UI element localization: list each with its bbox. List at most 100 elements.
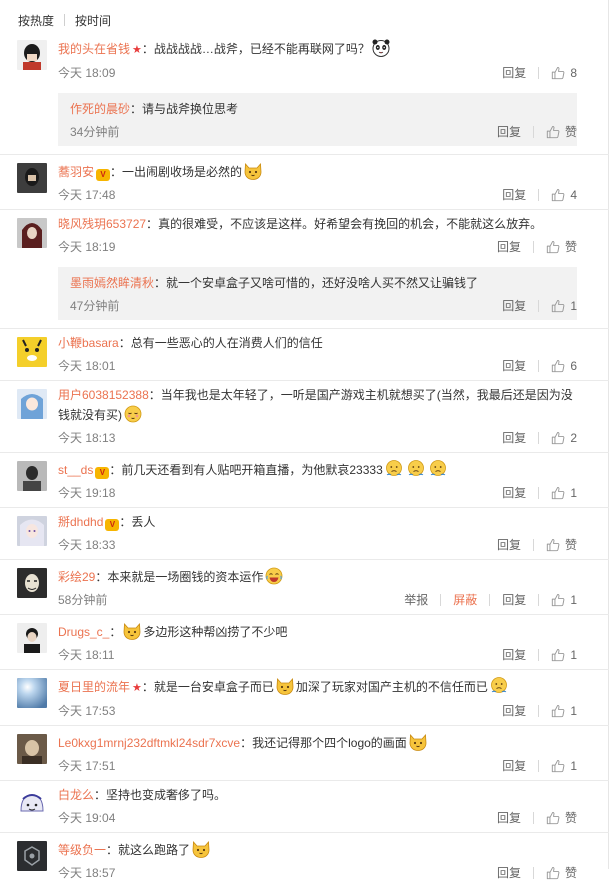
comment-text: 前几天还看到有人贴吧开箱直播，为他默哀23333 — [121, 463, 383, 477]
like-button[interactable]: 2 — [551, 424, 577, 452]
like-button[interactable]: 1 — [551, 586, 577, 614]
comment-text: 真的很难受，不应该是这样。好希望会有挽回的机会，不能就这么放弃。 — [158, 217, 543, 231]
like-button[interactable]: 赞 — [546, 804, 577, 832]
like-button[interactable]: 赞 — [546, 233, 577, 261]
reply-button[interactable]: 回复 — [502, 697, 526, 725]
shy-emoji-icon — [123, 404, 143, 424]
reply-button[interactable]: 回复 — [502, 424, 526, 452]
like-count: 1 — [570, 593, 577, 607]
reply-username[interactable]: 墨雨嫣然眸清秋 — [70, 276, 154, 290]
reply-button[interactable]: 回复 — [502, 641, 526, 669]
reply-button[interactable]: 回复 — [502, 292, 526, 320]
thumb-up-icon — [551, 66, 565, 80]
comment-actions: 举报 屏蔽 回复 1 — [392, 586, 577, 614]
colon: ： — [118, 336, 131, 350]
like-button[interactable]: 6 — [551, 352, 577, 380]
username[interactable]: 彩绘29 — [58, 570, 95, 584]
username[interactable]: 蕎羽安 — [58, 165, 94, 179]
username[interactable]: 夏日里的流年 — [58, 680, 130, 694]
username[interactable]: 用户6038152388 — [58, 388, 149, 402]
avatar[interactable] — [17, 516, 47, 546]
thumb-up-icon — [551, 704, 565, 718]
reply-button[interactable]: 回复 — [502, 59, 526, 87]
thumb-up-icon — [551, 359, 565, 373]
like-button[interactable]: 1 — [551, 479, 577, 507]
username[interactable]: 晓风残玥653727 — [58, 217, 146, 231]
reply-actions: 回复 赞 — [485, 118, 577, 146]
like-button[interactable]: 赞 — [546, 118, 577, 146]
reply-button[interactable]: 回复 — [502, 181, 526, 209]
username[interactable]: st__ds — [58, 463, 93, 477]
colon: ： — [106, 843, 119, 857]
block-button[interactable]: 屏蔽 — [453, 586, 477, 614]
avatar[interactable] — [17, 678, 47, 708]
reply-button[interactable]: 回复 — [497, 531, 521, 559]
avatar[interactable] — [17, 568, 47, 598]
comment-item: Drugs_c_： 多边形这种帮凶捞了不少吧 今天 18:11 回复 1 — [0, 615, 609, 670]
like-button[interactable]: 赞 — [546, 531, 577, 559]
username[interactable]: 小鞭basara — [58, 336, 119, 350]
timestamp: 今天 19:04 — [58, 811, 116, 825]
username[interactable]: 掰dhdhd — [58, 515, 103, 529]
comment-line: 我的头在省钱 ★：战战战战…战斧，已经不能再联网了吗？ — [58, 32, 577, 59]
sort-by-heat[interactable]: 按热度 — [18, 12, 54, 29]
reply-button[interactable]: 回复 — [502, 479, 526, 507]
username[interactable]: 等级负一 — [58, 843, 106, 857]
avatar[interactable] — [17, 734, 47, 764]
reply-button[interactable]: 回复 — [497, 859, 521, 887]
reply-button[interactable]: 回复 — [502, 352, 526, 380]
sad-emoji-icon — [406, 459, 426, 479]
panda-emoji-icon — [371, 38, 391, 58]
comment-text: 丢人 — [131, 515, 156, 529]
vip-badge-icon: V — [105, 519, 120, 531]
avatar[interactable] — [17, 337, 47, 367]
reply-button[interactable]: 回复 — [502, 752, 526, 780]
comment-line: 白龙么：坚持也变成奢侈了吗。 — [58, 781, 577, 804]
username[interactable]: Le0kxg1mrnj232dftmkl24sdr7xcve — [58, 736, 240, 750]
report-button[interactable]: 举报 — [404, 586, 428, 614]
avatar[interactable] — [17, 218, 47, 248]
reply-username[interactable]: 作死的晨砂 — [70, 102, 130, 116]
reply-actions: 回复 1 — [490, 292, 577, 320]
avatar[interactable] — [17, 789, 47, 819]
comment-actions: 回复 1 — [490, 641, 577, 669]
like-button[interactable]: 1 — [551, 641, 577, 669]
sort-divider — [64, 14, 66, 26]
like-button[interactable]: 1 — [551, 752, 577, 780]
colon: ： — [109, 625, 122, 639]
sort-bar: 按热度 按时间 — [18, 12, 111, 28]
avatar[interactable] — [17, 623, 47, 653]
reply-button[interactable]: 回复 — [497, 804, 521, 832]
timestamp: 今天 18:19 — [58, 240, 116, 254]
like-button[interactable]: 4 — [551, 181, 577, 209]
colon: ： — [94, 788, 107, 802]
sort-by-time[interactable]: 按时间 — [75, 12, 111, 29]
username[interactable]: Drugs_c_ — [58, 625, 109, 639]
timestamp: 今天 18:13 — [58, 431, 116, 445]
timestamp: 今天 17:51 — [58, 759, 116, 773]
avatar[interactable] — [17, 461, 47, 491]
username[interactable]: 白龙么 — [58, 788, 94, 802]
like-button[interactable]: 1 — [551, 292, 577, 320]
cat-emoji-icon — [275, 676, 295, 696]
comment-actions: 回复 1 — [490, 752, 577, 780]
avatar[interactable] — [17, 841, 47, 871]
username[interactable]: 我的头在省钱 — [58, 42, 130, 56]
action-divider — [532, 126, 534, 138]
comment-meta: 今天 18:11 回复 1 — [58, 641, 577, 669]
comment-item: 小鞭basara：总有一些恶心的人在消费人们的信任 今天 18:01 回复 6 — [0, 329, 609, 381]
thumb-up-icon — [546, 811, 560, 825]
like-button[interactable]: 赞 — [546, 859, 577, 887]
reply-button[interactable]: 回复 — [502, 586, 526, 614]
avatar[interactable] — [17, 163, 47, 193]
reply-button[interactable]: 回复 — [497, 233, 521, 261]
comment-meta: 今天 17:53 回复 1 — [58, 697, 577, 725]
comment-meta: 今天 18:33 回复 赞 — [58, 531, 577, 559]
like-count: 2 — [570, 431, 577, 445]
like-button[interactable]: 1 — [551, 697, 577, 725]
avatar[interactable] — [17, 40, 47, 70]
avatar[interactable] — [17, 389, 47, 419]
reply-button[interactable]: 回复 — [497, 118, 521, 146]
comment-actions: 回复 6 — [490, 352, 577, 380]
like-button[interactable]: 8 — [551, 59, 577, 87]
